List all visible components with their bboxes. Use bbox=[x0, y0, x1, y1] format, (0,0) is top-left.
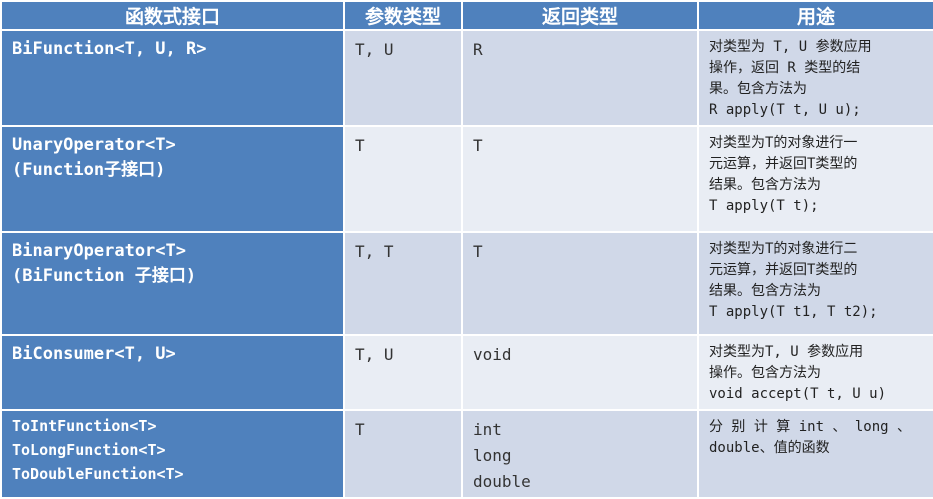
param-type: T bbox=[355, 136, 365, 155]
return-type: int bbox=[473, 420, 502, 439]
table-row: ToIntFunction<T> ToLongFunction<T> ToDou… bbox=[0, 409, 933, 499]
interface-cell: BiFunction<T, U, R> bbox=[0, 29, 345, 127]
interface-name: BiFunction<T, U, R> bbox=[12, 39, 207, 59]
param-type: T, U bbox=[355, 40, 394, 59]
usage-line: void accept(T t, U u) bbox=[709, 386, 887, 402]
return-type: double bbox=[473, 472, 531, 491]
param-type-cell: T, T bbox=[343, 231, 463, 336]
param-type: T bbox=[355, 420, 365, 439]
usage-line: 元运算，并返回T类型的 bbox=[709, 156, 858, 172]
table-header-row: 函数式接口 参数类型 返回类型 用途 bbox=[0, 0, 933, 31]
table-row: BiConsumer<T, U> T, U void 对类型为T, U 参数应用… bbox=[0, 334, 933, 411]
param-type-cell: T, U bbox=[343, 29, 463, 127]
interface-cell: UnaryOperator<T> (Function子接口) bbox=[0, 125, 345, 233]
interface-name: BinaryOperator<T> bbox=[12, 241, 186, 261]
usage-line: T apply(T t); bbox=[709, 198, 819, 214]
usage-cell: 分 别 计 算 int 、 long 、 double、值的函数 bbox=[697, 409, 933, 499]
interface-name: ToDoubleFunction<T> bbox=[12, 465, 184, 483]
interface-note: (BiFunction 子接口) bbox=[12, 266, 197, 286]
usage-line: 分 别 计 算 int 、 long 、 bbox=[709, 419, 912, 435]
return-type-cell: T bbox=[461, 231, 699, 336]
return-type: T bbox=[473, 136, 483, 155]
header-param-type: 参数类型 bbox=[343, 0, 463, 31]
interface-name: ToIntFunction<T> bbox=[12, 417, 157, 435]
return-type-cell: R bbox=[461, 29, 699, 127]
usage-line: T apply(T t1, T t2); bbox=[709, 304, 878, 320]
interface-cell: ToIntFunction<T> ToLongFunction<T> ToDou… bbox=[0, 409, 345, 499]
header-usage: 用途 bbox=[697, 0, 933, 31]
usage-cell: 对类型为 T, U 参数应用 操作，返回 R 类型的结 果。包含方法为 R ap… bbox=[697, 29, 933, 127]
usage-line: 对类型为T的对象进行二 bbox=[709, 241, 858, 257]
usage-line: double、值的函数 bbox=[709, 440, 830, 456]
interface-cell: BiConsumer<T, U> bbox=[0, 334, 345, 411]
usage-line: 对类型为T的对象进行一 bbox=[709, 135, 858, 151]
param-type: T, U bbox=[355, 345, 394, 364]
usage-line: 结果。包含方法为 bbox=[709, 283, 821, 299]
return-type-cell: T bbox=[461, 125, 699, 233]
table-row: BiFunction<T, U, R> T, U R 对类型为 T, U 参数应… bbox=[0, 29, 933, 127]
interface-name: UnaryOperator<T> bbox=[12, 135, 176, 155]
return-type: R bbox=[473, 40, 483, 59]
functional-interface-table: 函数式接口 参数类型 返回类型 用途 BiFunction<T, U, R> T… bbox=[0, 0, 933, 499]
header-return-type: 返回类型 bbox=[461, 0, 699, 31]
usage-line: R apply(T t, U u); bbox=[709, 102, 861, 118]
return-type: long bbox=[473, 446, 512, 465]
param-type-cell: T bbox=[343, 409, 463, 499]
return-type: void bbox=[473, 345, 512, 364]
usage-line: 结果。包含方法为 bbox=[709, 177, 821, 193]
usage-line: 操作，返回 R 类型的结 bbox=[709, 60, 861, 76]
usage-cell: 对类型为T的对象进行一 元运算，并返回T类型的 结果。包含方法为 T apply… bbox=[697, 125, 933, 233]
interface-note: (Function子接口) bbox=[12, 160, 166, 180]
usage-line: 对类型为 T, U 参数应用 bbox=[709, 39, 872, 55]
header-interface: 函数式接口 bbox=[0, 0, 345, 31]
return-type-cell: int long double bbox=[461, 409, 699, 499]
usage-line: 元运算，并返回T类型的 bbox=[709, 262, 858, 278]
usage-cell: 对类型为T, U 参数应用 操作。包含方法为 void accept(T t, … bbox=[697, 334, 933, 411]
usage-cell: 对类型为T的对象进行二 元运算，并返回T类型的 结果。包含方法为 T apply… bbox=[697, 231, 933, 336]
usage-line: 对类型为T, U 参数应用 bbox=[709, 344, 864, 360]
interface-name: BiConsumer<T, U> bbox=[12, 344, 176, 364]
table-row: BinaryOperator<T> (BiFunction 子接口) T, T … bbox=[0, 231, 933, 336]
return-type-cell: void bbox=[461, 334, 699, 411]
interface-name: ToLongFunction<T> bbox=[12, 441, 166, 459]
usage-line: 操作。包含方法为 bbox=[709, 365, 821, 381]
return-type: T bbox=[473, 242, 483, 261]
interface-cell: BinaryOperator<T> (BiFunction 子接口) bbox=[0, 231, 345, 336]
usage-line: 果。包含方法为 bbox=[709, 81, 807, 97]
param-type-cell: T, U bbox=[343, 334, 463, 411]
table-row: UnaryOperator<T> (Function子接口) T T 对类型为T… bbox=[0, 125, 933, 233]
param-type: T, T bbox=[355, 242, 394, 261]
param-type-cell: T bbox=[343, 125, 463, 233]
